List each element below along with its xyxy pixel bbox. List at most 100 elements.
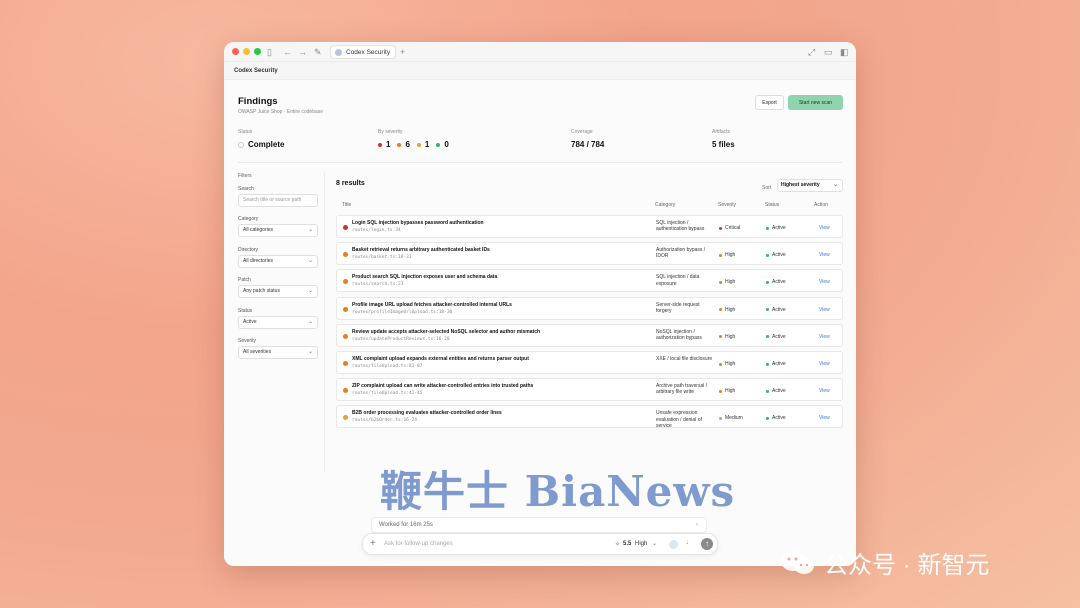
severity-dot-icon	[416, 142, 421, 147]
expand-icon[interactable]: ⤢	[808, 46, 815, 58]
table-row[interactable]: Profile image URL upload fetches attacke…	[336, 296, 843, 320]
directory-select[interactable]: All directories ⌄	[238, 255, 318, 268]
patch-value: Any patch status	[243, 288, 280, 294]
sort-select[interactable]: Highest severity ⌄	[777, 179, 843, 192]
globe-icon[interactable]	[669, 540, 678, 549]
status-dot-icon	[766, 308, 769, 312]
composer-placeholder: Ask for follow-up changes	[384, 541, 453, 547]
minimize-window-button[interactable]	[243, 48, 250, 55]
back-arrow-icon[interactable]: ←	[283, 46, 292, 58]
model-sparkle-icon: ✧	[615, 542, 621, 548]
finding-title: Login SQL injection bypasses password au…	[352, 220, 484, 226]
column-header[interactable]: Category	[655, 202, 675, 208]
terminal-icon[interactable]: ▭	[824, 46, 833, 58]
view-link[interactable]: View	[819, 307, 830, 313]
artifacts-stat-value: 5 files	[712, 140, 735, 149]
view-link[interactable]: View	[819, 361, 830, 367]
table-row[interactable]: Review update accepts attacker-selected …	[336, 323, 843, 347]
column-header[interactable]: Status	[765, 202, 779, 208]
column-header[interactable]: Severity	[718, 202, 736, 208]
status-dot-icon	[766, 362, 769, 366]
results-count: 8 results	[336, 180, 365, 187]
model-version[interactable]: 5.5	[623, 541, 631, 547]
table-row[interactable]: XML complaint upload expands external en…	[336, 351, 843, 374]
new-tab-plus-icon[interactable]: +	[400, 46, 405, 58]
finding-status: Active	[766, 415, 786, 421]
table-row[interactable]: B2B order processing evaluates attacker-…	[336, 405, 843, 429]
column-header[interactable]: Title	[342, 202, 351, 208]
wechat-logo-icon	[781, 550, 814, 574]
start-new-scan-button[interactable]: Start new scan	[788, 95, 843, 110]
microphone-icon[interactable]: ♩	[686, 539, 693, 546]
column-header[interactable]: Action	[814, 202, 828, 208]
search-input[interactable]: Search title or source path	[238, 194, 318, 207]
severity-dot-icon	[343, 252, 348, 258]
severity-filter-label: Severity	[238, 338, 257, 344]
status-text: Active	[772, 361, 786, 367]
wechat-account-name: 公众号 · 新智元	[824, 552, 990, 579]
view-link[interactable]: View	[819, 388, 830, 394]
view-link[interactable]: View	[819, 225, 830, 231]
patch-select[interactable]: Any patch status ⌄	[238, 285, 318, 298]
composer-input[interactable]: + Ask for follow-up changes ✧ 5.5 High ⌄…	[362, 533, 718, 555]
tab-codex-security[interactable]: Codex Security	[330, 45, 396, 59]
forward-arrow-icon[interactable]: →	[298, 46, 307, 58]
finding-title: Profile image URL upload fetches attacke…	[352, 301, 512, 308]
finding-path: routes/fileUpload.ts:41-45	[352, 391, 423, 397]
severity-dot-icon	[719, 280, 722, 284]
category-select[interactable]: All categories ⌄	[238, 224, 318, 237]
finding-title: Basket retrieval returns arbitrary authe…	[352, 247, 490, 254]
add-attachment-icon[interactable]: +	[370, 538, 376, 549]
table-row[interactable]: ZIP complaint upload can write attacker-…	[336, 378, 843, 402]
finding-severity: Medium	[719, 415, 743, 421]
chevron-down-icon: ⌄	[832, 182, 838, 188]
close-window-button[interactable]	[232, 48, 239, 55]
finding-severity: High	[719, 388, 735, 394]
view-link[interactable]: View	[819, 252, 830, 258]
finding-path: routes/basket.ts:18-31	[352, 255, 412, 261]
app-title: Codex Security	[224, 62, 856, 80]
table-row[interactable]: Basket retrieval returns arbitrary authe…	[336, 242, 843, 266]
send-arrow-icon[interactable]: ↑	[701, 538, 713, 550]
finding-title: XML complaint upload expands external en…	[352, 356, 529, 362]
finding-category: Server-side request forgery	[656, 301, 700, 314]
sidebar-toggle-icon[interactable]: ▯	[267, 46, 272, 58]
table-row[interactable]: Product search SQL injection exposes use…	[336, 269, 843, 293]
view-link[interactable]: View	[819, 279, 830, 285]
status-select[interactable]: Active ⌄	[238, 316, 318, 329]
finding-severity: High	[719, 307, 735, 313]
status-stat-value: Complete	[238, 140, 284, 149]
status-text: Active	[772, 415, 786, 422]
severity-count: 6	[405, 140, 410, 149]
finding-title: Review update accepts attacker-selected …	[352, 328, 541, 335]
chevron-down-icon: ⌄	[307, 227, 313, 233]
status-dot-icon	[766, 253, 769, 257]
artifacts-stat-label: Artifacts	[712, 129, 731, 135]
finding-status: Active	[766, 252, 786, 258]
filters-divider	[324, 172, 325, 472]
compose-icon[interactable]: ✎	[314, 46, 322, 58]
split-view-icon[interactable]: ◧	[840, 46, 849, 58]
severity-dot-icon	[343, 333, 348, 339]
severity-dot-icon	[436, 142, 441, 147]
effort-level[interactable]: High	[635, 541, 647, 547]
search-label: Search	[238, 186, 254, 192]
view-link[interactable]: View	[819, 334, 830, 340]
wechat-watermark: 公众号 · 新智元	[780, 545, 989, 580]
finding-category: XXE / local file disclosure	[656, 356, 713, 362]
finding-status: Active	[766, 307, 786, 313]
severity-count: 1	[424, 140, 430, 149]
chevron-down-icon: ⌄	[307, 288, 313, 294]
export-button[interactable]: Export	[755, 95, 784, 110]
view-link[interactable]: View	[819, 415, 830, 421]
tab-favicon-icon	[335, 48, 342, 56]
severity-dot-icon	[343, 225, 348, 230]
page-title: Findings	[238, 96, 278, 107]
worked-status-bar[interactable]: Worked for 16m 25s ›	[371, 517, 707, 533]
table-row[interactable]: Login SQL injection bypasses password au…	[336, 215, 843, 238]
severity-select[interactable]: All severities ⌄	[238, 346, 318, 359]
maximize-window-button[interactable]	[254, 48, 261, 55]
severity-dot-icon	[719, 362, 722, 366]
chevron-down-icon: ⌄	[307, 349, 313, 355]
severity-dot-icon	[343, 415, 348, 421]
